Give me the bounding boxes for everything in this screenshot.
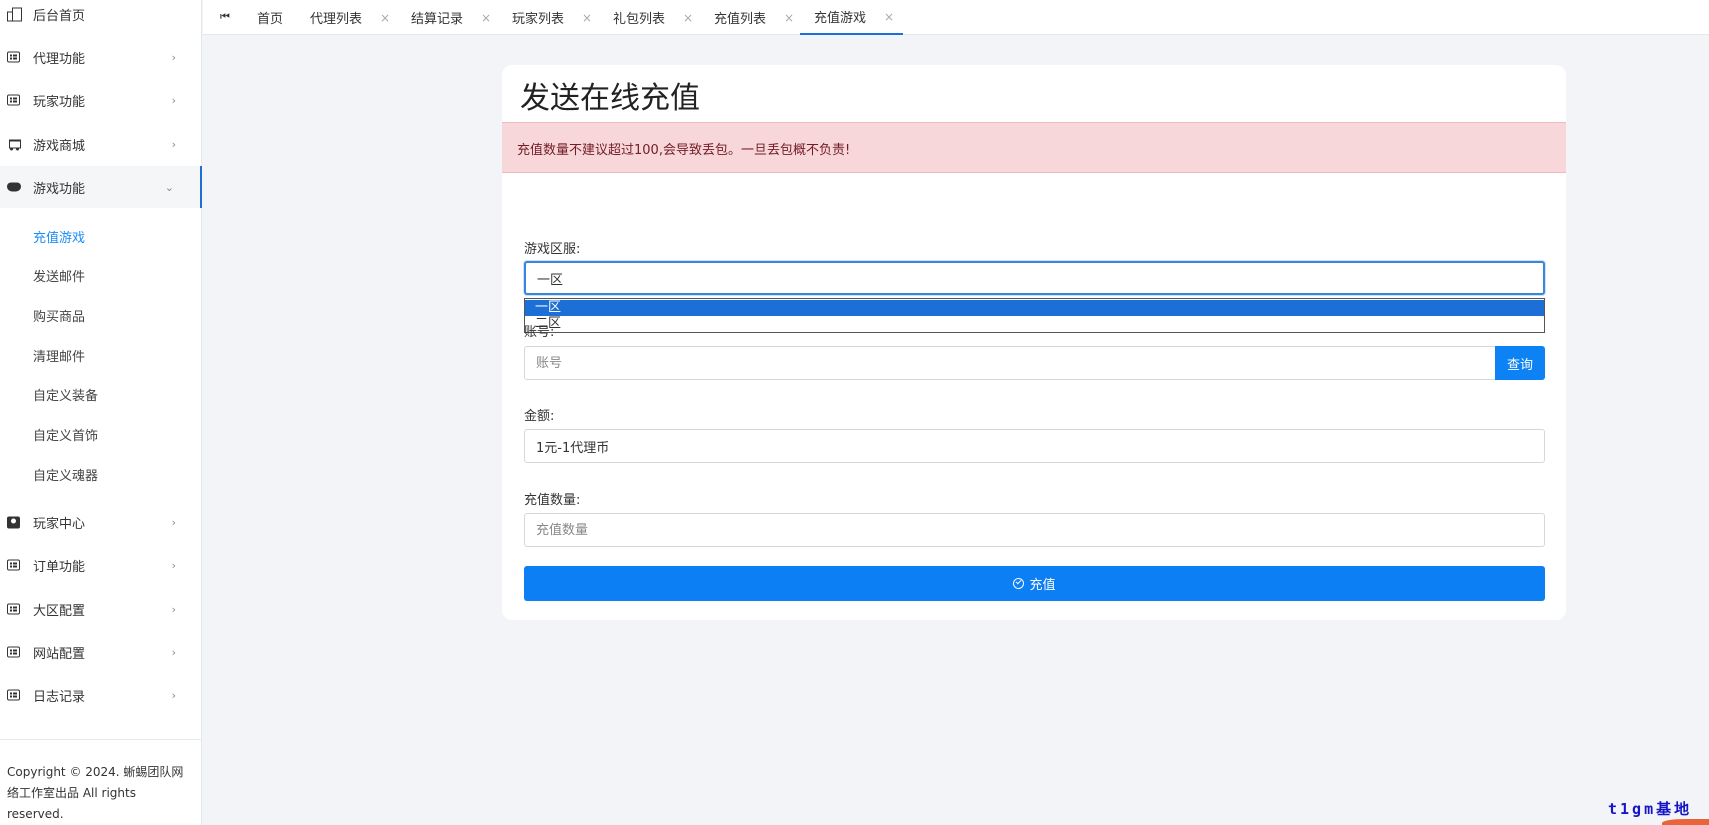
warning-alert: 充值数量不建议超过100,会导致丢包。一旦丢包概不负责! (502, 122, 1566, 173)
sidebar-item-label: 订单功能 (33, 559, 86, 575)
screen-icon (6, 689, 21, 702)
gamepad-icon (6, 181, 21, 194)
tab-player-list[interactable]: 玩家列表 × (512, 0, 592, 35)
chevron-right-icon: › (171, 602, 176, 616)
tab-label: 充值游戏 (814, 11, 867, 26)
amount-label: 金额: (524, 409, 555, 424)
server-option[interactable]: 二区 (525, 316, 1544, 332)
close-icon[interactable]: × (380, 11, 390, 25)
chevron-right-icon: › (171, 93, 176, 107)
tab-home[interactable]: 首页 (257, 0, 283, 35)
close-icon[interactable]: × (884, 10, 894, 24)
query-button[interactable]: 查询 (1495, 346, 1545, 380)
home-icon (6, 7, 22, 22)
submenu-item-buy-goods[interactable]: 购买商品 (33, 306, 85, 325)
tab-label: 首页 (257, 12, 284, 27)
sidebar-item-label: 游戏商城 (33, 138, 86, 154)
screen-icon (6, 559, 21, 572)
sidebar-item-site-config[interactable]: 网站配置 › (0, 631, 202, 673)
server-select[interactable]: 一区 (524, 261, 1545, 295)
copyright-text: Copyright © 2024. 蜥蜴团队网络工作室出品 All rights… (7, 765, 184, 821)
submenu-item-custom-horcrux[interactable]: 自定义魂器 (33, 465, 98, 484)
recharge-button[interactable]: 充值 (524, 566, 1545, 601)
sidebar-item-player[interactable]: 玩家功能 › (0, 79, 202, 121)
screen-icon (6, 94, 21, 107)
sidebar-item-game[interactable]: 游戏功能 ⌄ (0, 166, 202, 208)
sidebar-item-logs[interactable]: 日志记录 › (0, 674, 202, 716)
tab-bar: ⏮ 首页 代理列表 × 结算记录 × 玩家列表 × 礼包列表 × 充值列表 × … (203, 0, 1709, 35)
sidebar-item-label: 日志记录 (33, 689, 86, 705)
sidebar-item-player-center[interactable]: 玩家中心 › (0, 501, 202, 543)
sidebar-item-label: 大区配置 (33, 603, 86, 619)
tab-recharge-game[interactable]: 充值游戏 × (800, 0, 903, 35)
sidebar-item-region-config[interactable]: 大区配置 › (0, 588, 202, 630)
skip-back-icon[interactable]: ⏮ (220, 10, 230, 24)
submenu-item-custom-equipment[interactable]: 自定义装备 (33, 385, 98, 404)
sidebar-divider (0, 739, 202, 740)
watermark-logo: t1gm基地 (1608, 800, 1693, 818)
submenu-item-custom-jewelry[interactable]: 自定义首饰 (33, 425, 98, 444)
sidebar-item-label: 后台首页 (33, 8, 86, 24)
screen-icon (6, 603, 21, 616)
server-option[interactable]: 一区 (525, 300, 1544, 316)
chevron-down-icon: ⌄ (164, 180, 174, 194)
tab-recharge-list[interactable]: 充值列表 × (714, 0, 794, 35)
cart-icon (6, 138, 21, 151)
server-label: 游戏区服: (524, 242, 581, 257)
screen-icon (6, 646, 21, 659)
sidebar-item-label: 代理功能 (33, 51, 86, 67)
contact-icon (6, 516, 21, 529)
server-dropdown: 一区 二区 (524, 298, 1545, 333)
sidebar-item-label: 玩家功能 (33, 94, 86, 110)
tab-label: 结算记录 (411, 12, 464, 27)
quantity-label: 充值数量: (524, 493, 581, 508)
sidebar: 后台首页 代理功能 › 玩家功能 › 游戏商城 › 游戏功能 ⌄ 充值游戏 发送… (0, 0, 202, 825)
submenu-item-send-mail[interactable]: 发送邮件 (33, 266, 85, 285)
screen-icon (6, 51, 21, 64)
sidebar-item-shop[interactable]: 游戏商城 › (0, 123, 202, 165)
amount-field[interactable]: 1元-1代理币 (524, 429, 1545, 463)
close-icon[interactable]: × (683, 11, 693, 25)
check-circle-icon (1013, 578, 1025, 589)
sidebar-item-orders[interactable]: 订单功能 › (0, 544, 202, 586)
close-icon[interactable]: × (481, 11, 491, 25)
alert-text: 充值数量不建议超过100,会导致丢包。一旦丢包概不负责! (517, 143, 851, 158)
sidebar-item-agent[interactable]: 代理功能 › (0, 36, 202, 78)
watermark-swoosh (1662, 819, 1709, 825)
sidebar-item-dashboard[interactable]: 后台首页 (0, 0, 202, 35)
chevron-right-icon: › (171, 688, 176, 702)
chevron-right-icon: › (171, 645, 176, 659)
chevron-right-icon: › (171, 558, 176, 572)
chevron-right-icon: › (171, 515, 176, 529)
tab-label: 玩家列表 (512, 12, 565, 27)
sidebar-item-label: 网站配置 (33, 646, 86, 662)
tab-label: 代理列表 (310, 12, 363, 27)
close-icon[interactable]: × (582, 11, 592, 25)
submenu-item-recharge-game[interactable]: 充值游戏 (33, 227, 85, 246)
quantity-input[interactable] (524, 513, 1545, 547)
tab-settlement[interactable]: 结算记录 × (411, 0, 491, 35)
submenu-item-clear-mail[interactable]: 清理邮件 (33, 346, 85, 365)
sidebar-item-label: 游戏功能 (33, 181, 86, 197)
account-label: 账号: (524, 325, 555, 340)
tab-label: 充值列表 (714, 12, 767, 27)
tab-label: 礼包列表 (613, 12, 666, 27)
chevron-right-icon: › (171, 50, 176, 64)
tab-gift-list[interactable]: 礼包列表 × (613, 0, 693, 35)
chevron-right-icon: › (171, 137, 176, 151)
recharge-card: 发送在线充值 充值数量不建议超过100,会导致丢包。一旦丢包概不负责! 游戏区服… (502, 65, 1566, 620)
recharge-button-label: 充值 (1029, 578, 1056, 593)
account-input[interactable] (524, 346, 1496, 380)
tab-agent-list[interactable]: 代理列表 × (310, 0, 390, 35)
page-title: 发送在线充值 (520, 81, 700, 116)
sidebar-item-label: 玩家中心 (33, 516, 86, 532)
close-icon[interactable]: × (784, 11, 794, 25)
